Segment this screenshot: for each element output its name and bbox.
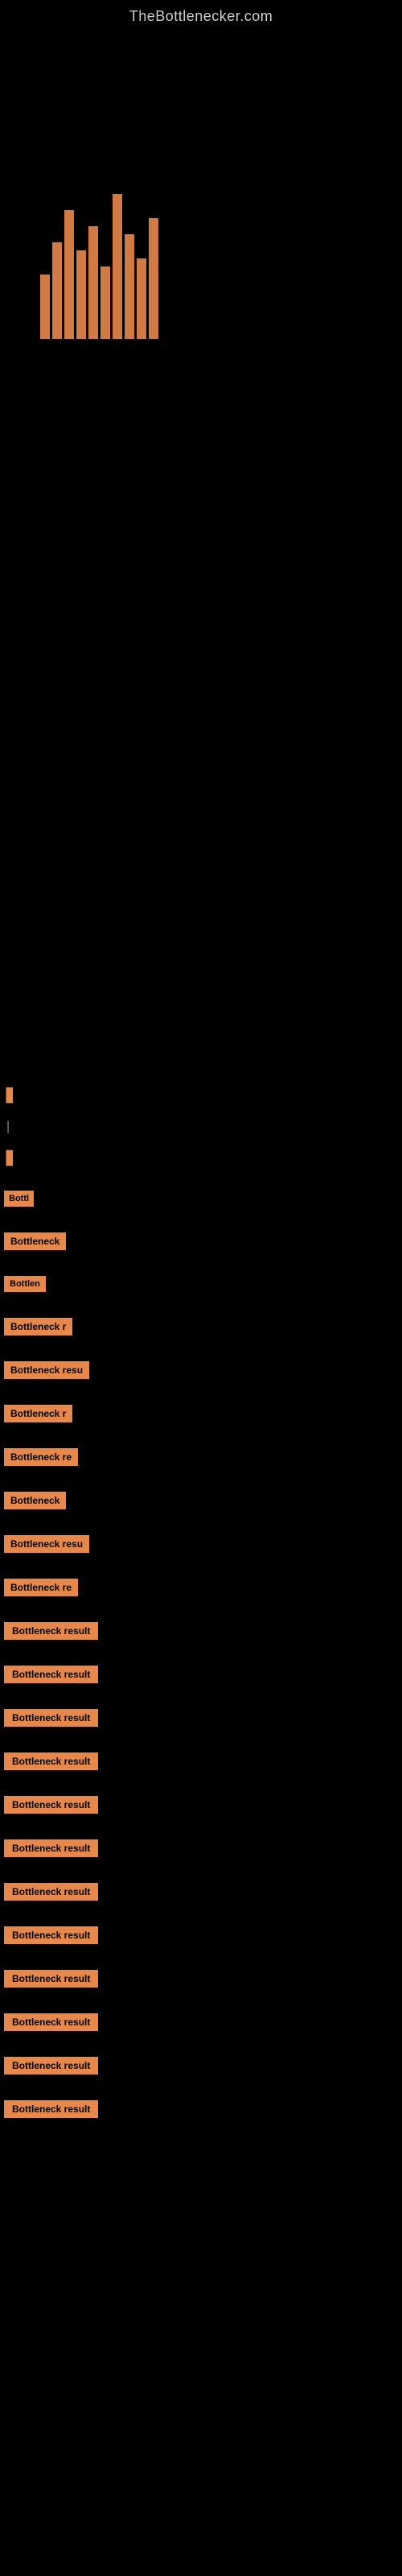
site-header: TheBottlenecker.com bbox=[0, 0, 402, 33]
bottleneck-item-6: Bottleneck r bbox=[4, 1405, 398, 1437]
input-section: ▋ | ▋ bbox=[0, 1080, 402, 1191]
bottleneck-item-19: Bottleneck result bbox=[4, 1970, 398, 2002]
bottleneck-item-2: Bottleneck bbox=[4, 1232, 398, 1265]
bottleneck-item-10: Bottleneck re bbox=[4, 1579, 398, 1611]
bottleneck-item-15: Bottleneck result bbox=[4, 1796, 398, 1828]
bottleneck-item-4: Bottleneck r bbox=[4, 1318, 398, 1350]
bottleneck-item-7: Bottleneck re bbox=[4, 1448, 398, 1480]
bottleneck-results-list: Bottl Bottleneck Bottlen Bottleneck r Bo… bbox=[0, 1191, 402, 2132]
bottleneck-item-20: Bottleneck result bbox=[4, 2013, 398, 2046]
bottleneck-item-8: Bottleneck bbox=[4, 1492, 398, 1524]
bottleneck-item-16: Bottleneck result bbox=[4, 1839, 398, 1872]
main-content-area bbox=[0, 33, 402, 1080]
bottleneck-item-17: Bottleneck result bbox=[4, 1883, 398, 1915]
cursor-indicator: ▋ bbox=[6, 1088, 396, 1104]
bottleneck-item-22: Bottleneck result bbox=[4, 2100, 398, 2132]
bottleneck-item-9: Bottleneck resu bbox=[4, 1535, 398, 1567]
chart-area bbox=[16, 33, 386, 355]
site-title: TheBottlenecker.com bbox=[0, 0, 402, 33]
bottleneck-item-3: Bottlen bbox=[4, 1276, 398, 1307]
bottleneck-item-1: Bottl bbox=[4, 1191, 398, 1221]
bottleneck-item-13: Bottleneck result bbox=[4, 1709, 398, 1741]
bottleneck-item-5: Bottleneck resu bbox=[4, 1361, 398, 1393]
bottleneck-item-11: Bottleneck result bbox=[4, 1622, 398, 1654]
cursor-indicator-2: ▋ bbox=[6, 1150, 396, 1166]
bottleneck-item-18: Bottleneck result bbox=[4, 1926, 398, 1959]
pipe-indicator: | bbox=[6, 1120, 396, 1134]
bottleneck-item-12: Bottleneck result bbox=[4, 1666, 398, 1698]
bottleneck-item-14: Bottleneck result bbox=[4, 1752, 398, 1785]
bottleneck-item-21: Bottleneck result bbox=[4, 2057, 398, 2089]
